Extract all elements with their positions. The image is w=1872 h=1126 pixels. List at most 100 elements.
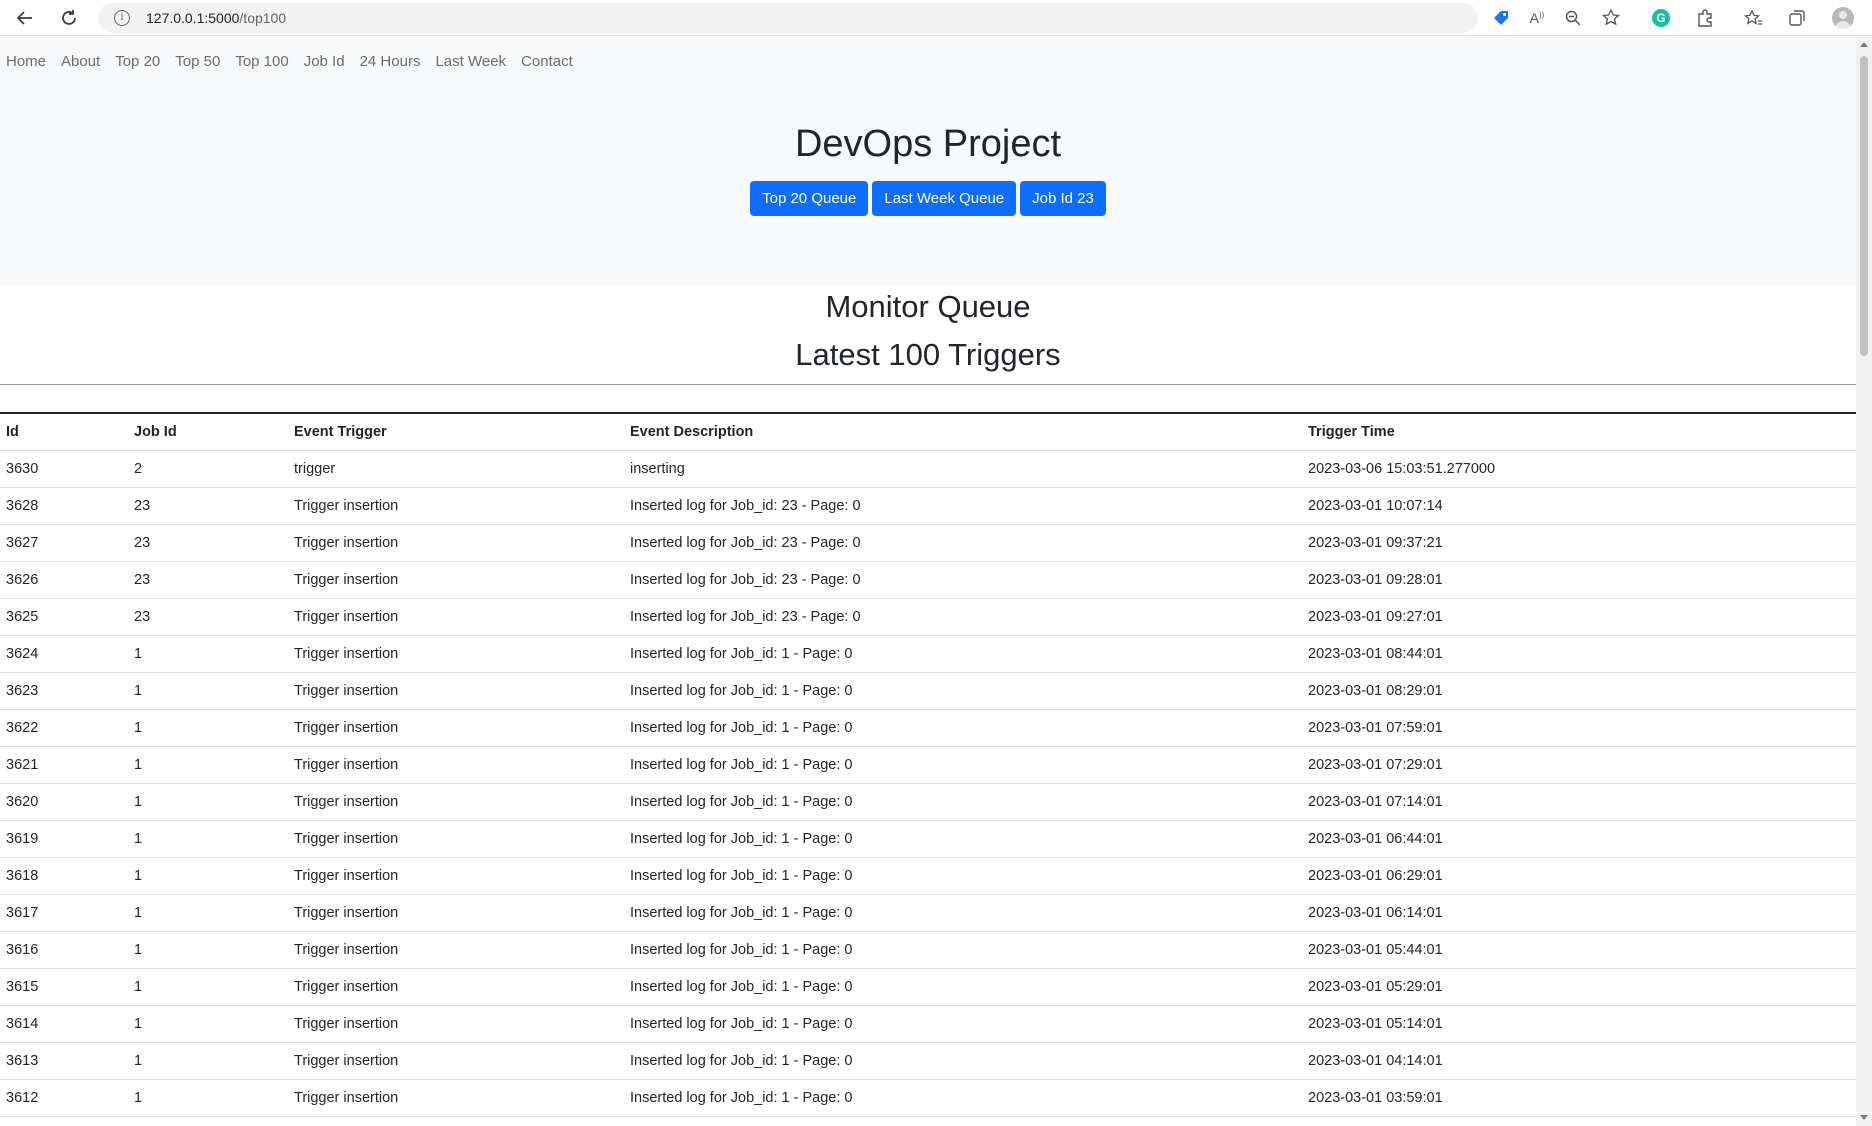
cell-id: 3628	[0, 487, 128, 525]
back-icon[interactable]	[12, 6, 38, 30]
scrollbar-thumb[interactable]	[1860, 56, 1868, 356]
table-body: 3630 2 trigger inserting 2023-03-06 15:03:51…	[0, 450, 1856, 1126]
cell-id: 3616	[0, 931, 128, 969]
cell-event-description: Inserted log for Job_id: 1 - Page: 0	[624, 672, 1302, 710]
cell-job-id: 1	[128, 783, 288, 821]
cell-trigger-time: 2023-03-01 03:59:01	[1302, 1079, 1856, 1117]
table-row: 3630 2 trigger inserting 2023-03-06 15:03:51…	[0, 450, 1856, 488]
cell-job-id: 1	[128, 894, 288, 932]
cell-job-id: 2	[128, 450, 288, 488]
cell-id: 3620	[0, 783, 128, 821]
nav-home[interactable]: Home	[6, 53, 46, 70]
nav-about[interactable]: About	[61, 53, 100, 70]
last-week-queue-button[interactable]: Last Week Queue	[872, 180, 1017, 216]
nav-top-50[interactable]: Top 50	[175, 53, 220, 70]
cell-event-trigger: Trigger insertion	[288, 968, 624, 1006]
cell-job-id: 23	[128, 598, 288, 636]
table-row: 3621 1 Trigger insertion Inserted log for J…	[0, 746, 1856, 784]
cell-id: 3630	[0, 450, 128, 488]
table-row: 3622 1 Trigger insertion Inserted log for J…	[0, 709, 1856, 747]
table-row: 3624 1 Trigger insertion Inserted log for J…	[0, 635, 1856, 673]
cell-event-description: Inserted log for Job_id: 1 - Page: 0	[624, 709, 1302, 747]
cell-trigger-time: 2023-03-01 05:14:01	[1302, 1005, 1856, 1043]
nav-contact[interactable]: Contact	[521, 53, 573, 70]
favorites-icon[interactable]	[1740, 5, 1766, 31]
table-row: 3627 23 Trigger insertion Inserted log for …	[0, 524, 1856, 562]
collections-icon[interactable]	[1784, 5, 1810, 31]
cell-event-description: Inserted log for Job_id: 23 - Page: 0	[624, 524, 1302, 562]
url-text: 127.0.0.1:5000/top100	[146, 10, 286, 26]
vertical-scrollbar[interactable]	[1856, 36, 1872, 1126]
cell-trigger-time: 2023-03-06 15:03:51.277000	[1302, 450, 1856, 488]
cell-id: 3622	[0, 709, 128, 747]
top-20-queue-button[interactable]: Top 20 Queue	[750, 180, 869, 216]
cell-id: 3625	[0, 598, 128, 636]
address-bar[interactable]: i 127.0.0.1:5000/top100	[98, 3, 1478, 33]
tag-icon[interactable]	[1488, 5, 1514, 31]
cell-id: 3618	[0, 857, 128, 895]
cell-id: 3626	[0, 561, 128, 599]
cell-event-description: Inserted log for Job_id: 1 - Page: 0	[624, 746, 1302, 784]
cell-job-id: 1	[128, 635, 288, 673]
table-row: 3619 1 Trigger insertion Inserted log for J…	[0, 820, 1856, 858]
browser-toolbar: i 127.0.0.1:5000/top100 A)) G	[0, 0, 1872, 36]
profile-icon[interactable]	[1830, 5, 1856, 31]
cell-event-trigger: Trigger insertion	[288, 746, 624, 784]
nav-top-20[interactable]: Top 20	[115, 53, 160, 70]
cell-trigger-time: 2023-03-01 07:59:01	[1302, 709, 1856, 747]
cell-trigger-time: 2023-03-01 03:44:01	[1302, 1116, 1856, 1126]
nav-top-100[interactable]: Top 100	[235, 53, 288, 70]
info-icon[interactable]: i	[114, 10, 130, 26]
hero-button-group: Top 20 Queue Last Week Queue Job Id 23	[0, 180, 1856, 216]
scroll-down-icon[interactable]	[1860, 1115, 1868, 1120]
job-id-23-button[interactable]: Job Id 23	[1020, 180, 1106, 216]
cell-event-trigger: Trigger insertion	[288, 635, 624, 673]
section-title: Monitor Queue	[825, 289, 1031, 324]
cell-job-id: 1	[128, 709, 288, 747]
cell-job-id: 1	[128, 1116, 288, 1126]
cell-event-trigger: Trigger insertion	[288, 931, 624, 969]
refresh-icon[interactable]	[56, 6, 82, 30]
cell-event-trigger: Trigger insertion	[288, 1005, 624, 1043]
cell-event-trigger: trigger	[288, 450, 624, 488]
table-row: 3614 1 Trigger insertion Inserted log for J…	[0, 1005, 1856, 1043]
nav-24-hours[interactable]: 24 Hours	[360, 53, 421, 70]
scroll-up-icon[interactable]	[1860, 42, 1868, 47]
cell-id: 3613	[0, 1042, 128, 1080]
cell-trigger-time: 2023-03-01 09:27:01	[1302, 598, 1856, 636]
grammarly-icon[interactable]: G	[1648, 5, 1674, 31]
cell-trigger-time: 2023-03-01 10:07:14	[1302, 487, 1856, 525]
table-row: 3617 1 Trigger insertion Inserted log for J…	[0, 894, 1856, 932]
table-row: 36111Trigger insertionInserted log for J…	[0, 1116, 1856, 1126]
nav-last-week[interactable]: Last Week	[435, 53, 506, 70]
column-header-event-trigger: Event Trigger	[288, 413, 624, 451]
table-row: 3620 1 Trigger insertion Inserted log for J…	[0, 783, 1856, 821]
cell-event-trigger: Trigger insertion	[288, 709, 624, 747]
table-row: 3616 1 Trigger insertion Inserted log for J…	[0, 931, 1856, 969]
cell-job-id: 1	[128, 968, 288, 1006]
cell-event-trigger: Trigger insertion	[288, 820, 624, 858]
table-header-row: Id Job Id Event Trigger Event Descriptio…	[0, 413, 1856, 451]
cell-trigger-time: 2023-03-01 04:14:01	[1302, 1042, 1856, 1080]
cell-job-id: 1	[128, 857, 288, 895]
url-host: 127.0.0.1:5000	[146, 10, 240, 26]
read-aloud-icon[interactable]: A))	[1524, 5, 1550, 31]
cell-event-description: Inserted log for Job_id: 1 - Page: 0	[624, 1079, 1302, 1117]
cell-id: 3624	[0, 635, 128, 673]
zoom-out-icon[interactable]	[1560, 5, 1586, 31]
cell-event-description: Inserted log for Job_id: 1 - Page: 0	[624, 783, 1302, 821]
cell-job-id: 23	[128, 524, 288, 562]
extensions-icon[interactable]	[1692, 5, 1718, 31]
add-favorite-icon[interactable]	[1598, 5, 1624, 31]
table-row: 3623 1 Trigger insertion Inserted log for J…	[0, 672, 1856, 710]
hero-section: DevOps Project Top 20 Queue Last Week Qu…	[0, 86, 1856, 286]
cell-event-description: Inserted log for Job_id: 23 - Page: 0	[624, 561, 1302, 599]
cell-id: 3627	[0, 524, 128, 562]
divider	[0, 384, 1856, 386]
cell-trigger-time: 2023-03-01 08:44:01	[1302, 635, 1856, 673]
cell-event-trigger: Trigger insertion	[288, 561, 624, 599]
cell-event-trigger: Trigger insertion	[288, 524, 624, 562]
cell-job-id: 1	[128, 746, 288, 784]
cell-id: 3619	[0, 820, 128, 858]
nav-job-id[interactable]: Job Id	[304, 53, 345, 70]
